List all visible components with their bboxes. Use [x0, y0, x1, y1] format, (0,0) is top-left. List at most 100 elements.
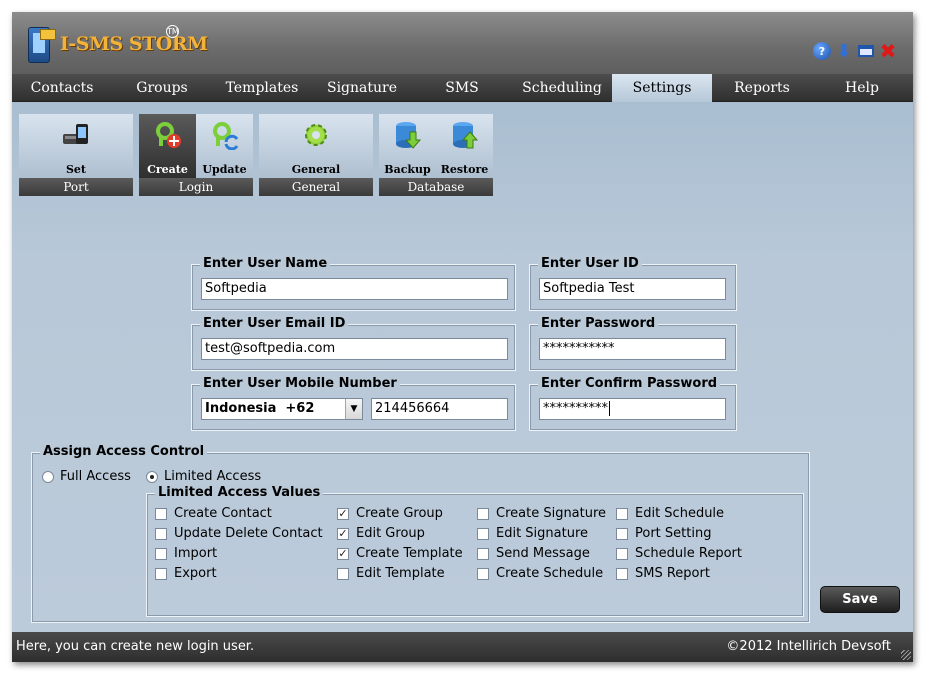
checkbox-create-group[interactable]: ✓ Create Group — [337, 506, 443, 521]
update-label: Update — [202, 163, 247, 176]
menu-groups[interactable]: Groups — [112, 74, 212, 102]
save-button[interactable]: Save — [820, 586, 900, 613]
password-input[interactable]: *********** — [539, 338, 726, 360]
checkbox-edit-template[interactable]: Edit Template — [337, 566, 445, 581]
radio-dot-selected — [146, 470, 158, 483]
checkbox-update-delete-contact[interactable]: Update Delete Contact — [155, 526, 323, 541]
country-code-value: Indonesia +62 — [205, 401, 315, 416]
checkbox-create-signature[interactable]: Create Signature — [477, 506, 606, 521]
user-name-input[interactable]: Softpedia — [201, 278, 508, 300]
create-login-button[interactable]: Create — [139, 114, 196, 178]
general-settings-button[interactable]: General — [287, 114, 345, 178]
main-menu: Contacts Groups Templates Signature SMS … — [12, 74, 913, 102]
limited-access-values-fieldset: Limited Access Values Create Contact Upda… — [146, 485, 804, 617]
limited-access-radio[interactable]: Limited Access — [146, 469, 261, 484]
menu-signature[interactable]: Signature — [312, 74, 412, 102]
checkbox-export[interactable]: Export — [155, 566, 217, 581]
copyright-text: ©2012 Intellirich Devsoft — [726, 639, 891, 654]
checkbox-create-template[interactable]: ✓ Create Template — [337, 546, 463, 561]
checkbox-import[interactable]: Import — [155, 546, 217, 561]
user-id-input[interactable]: Softpedia Test — [539, 278, 726, 300]
confirm-password-value: ********** — [543, 401, 608, 416]
mobile-legend: Enter User Mobile Number — [200, 376, 400, 391]
mobile-number-input[interactable]: 214456664 — [371, 398, 508, 420]
checkbox-box — [155, 547, 167, 560]
checkbox-label: Send Message — [496, 546, 590, 561]
logo-text: I-SMS STORM — [60, 33, 208, 55]
checkbox-label: Schedule Report — [635, 546, 742, 561]
checkmark-icon: ✓ — [337, 546, 349, 560]
mobile-fieldset: Enter User Mobile Number Indonesia +62 ▼… — [191, 376, 516, 431]
user-name-legend: Enter User Name — [200, 256, 331, 271]
minimize-icon[interactable]: ⬇ — [835, 41, 853, 62]
resize-grip-icon[interactable] — [901, 650, 911, 660]
checkbox-box — [616, 547, 628, 560]
help-icon[interactable]: ? — [813, 42, 831, 60]
menu-contacts[interactable]: Contacts — [12, 74, 112, 102]
password-fieldset: Enter Password *********** — [529, 316, 737, 371]
checkbox-send-message[interactable]: Send Message — [477, 546, 590, 561]
menu-settings[interactable]: Settings — [612, 74, 712, 102]
email-legend: Enter User Email ID — [200, 316, 349, 331]
window-controls: ? ⬇ ✖ — [813, 39, 897, 63]
checkbox-port-setting[interactable]: Port Setting — [616, 526, 711, 541]
checkbox-box — [477, 527, 489, 540]
app-window: I-SMS STORM TM ? ⬇ ✖ Contacts Groups Tem… — [12, 12, 913, 662]
checkbox-create-contact[interactable]: Create Contact — [155, 506, 272, 521]
checkbox-label: Create Group — [356, 506, 443, 521]
envelope-icon — [40, 29, 56, 40]
maximize-icon[interactable] — [857, 42, 875, 60]
checkbox-edit-signature[interactable]: Edit Signature — [477, 526, 588, 541]
chevron-down-icon[interactable]: ▼ — [345, 399, 362, 419]
database-caption: Database — [379, 178, 493, 196]
checkbox-schedule-report[interactable]: Schedule Report — [616, 546, 742, 561]
checkbox-label: Create Signature — [496, 506, 607, 521]
set-port-button[interactable]: Set — [47, 114, 105, 178]
menu-templates[interactable]: Templates — [212, 74, 312, 102]
menu-help[interactable]: Help — [812, 74, 912, 102]
checkbox-label: Create Contact — [174, 506, 272, 521]
checkbox-label: Export — [174, 566, 217, 581]
checkbox-box — [477, 567, 489, 580]
checkbox-label: Edit Group — [356, 526, 425, 541]
menu-scheduling[interactable]: Scheduling — [512, 74, 612, 102]
gear-icon — [305, 124, 327, 146]
user-name-fieldset: Enter User Name Softpedia — [191, 256, 516, 311]
checkmark-icon: ✓ — [337, 506, 349, 520]
backup-database-icon — [395, 122, 421, 149]
checkbox-box — [616, 527, 628, 540]
backup-button[interactable]: Backup — [379, 114, 436, 178]
update-login-button[interactable]: Update — [196, 114, 253, 178]
confirm-password-input[interactable]: ********** — [539, 398, 726, 420]
general-label: General — [291, 163, 341, 176]
checkbox-label: Edit Schedule — [635, 506, 725, 521]
close-icon[interactable]: ✖ — [879, 39, 897, 63]
status-bar: Here, you can create new login user. ©20… — [12, 632, 913, 662]
restore-database-icon — [452, 122, 478, 149]
full-access-radio[interactable]: Full Access — [42, 469, 131, 484]
set-label: Set — [65, 163, 87, 176]
user-id-fieldset: Enter User ID Softpedia Test — [529, 256, 737, 311]
restore-button[interactable]: Restore — [436, 114, 493, 178]
checkbox-label: Update Delete Contact — [174, 526, 323, 541]
radio-dot — [42, 470, 54, 483]
checkbox-box — [155, 527, 167, 540]
access-control-legend: Assign Access Control — [40, 444, 208, 459]
create-label: Create — [147, 163, 188, 176]
menu-sms[interactable]: SMS — [412, 74, 512, 102]
modem-icon — [63, 124, 88, 144]
email-input[interactable]: test@softpedia.com — [201, 338, 508, 360]
login-caption: Login — [139, 178, 253, 196]
password-legend: Enter Password — [538, 316, 659, 331]
toolbar-group-login: Create Update Login — [139, 114, 253, 196]
checkbox-label: Create Schedule — [496, 566, 604, 581]
checkbox-sms-report[interactable]: SMS Report — [616, 566, 710, 581]
checkbox-edit-group[interactable]: ✓ Edit Group — [337, 526, 425, 541]
settings-panel: Set Port Create Update Login General Gen… — [12, 102, 913, 632]
menu-reports[interactable]: Reports — [712, 74, 812, 102]
checkbox-create-schedule[interactable]: Create Schedule — [477, 566, 603, 581]
status-message: Here, you can create new login user. — [16, 639, 255, 654]
country-code-select[interactable]: Indonesia +62 ▼ — [201, 398, 363, 420]
limited-access-label: Limited Access — [164, 469, 262, 484]
checkbox-edit-schedule[interactable]: Edit Schedule — [616, 506, 724, 521]
